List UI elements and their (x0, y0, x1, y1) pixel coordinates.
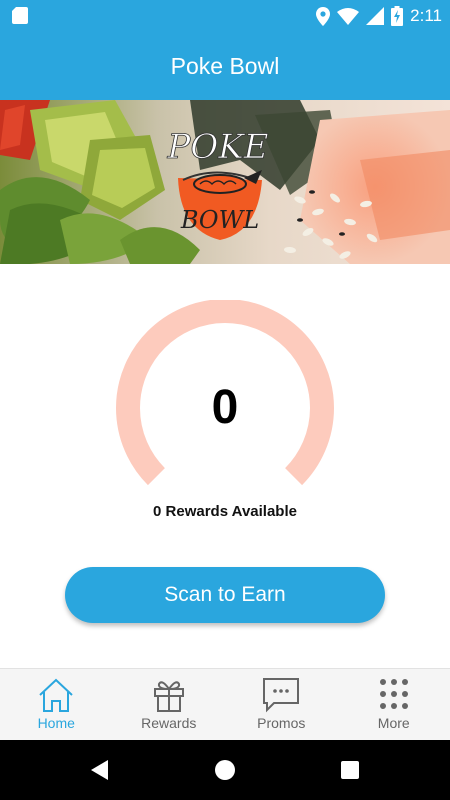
home-circle-icon (215, 760, 235, 780)
recents-square-icon (341, 761, 359, 779)
back-triangle-icon (91, 760, 108, 780)
tab-rewards[interactable]: Rewards (113, 669, 226, 740)
status-time: 2:11 (410, 6, 442, 25)
hero-banner: POKE BOWL (0, 100, 450, 264)
hero-image: POKE BOWL (0, 100, 450, 264)
tab-promos[interactable]: Promos (225, 669, 338, 740)
svg-text:POKE: POKE (167, 127, 269, 167)
tab-more-label: More (377, 715, 410, 731)
home-icon (39, 678, 73, 712)
bottom-tab-bar: Home Rewards Promos More (0, 668, 450, 740)
poke-bowl-logo: POKE BOWL (166, 127, 269, 240)
chat-icon (263, 678, 300, 713)
points-balance: 0 (211, 381, 239, 434)
tab-home[interactable]: Home (0, 669, 113, 740)
tab-home-label: Home (37, 715, 75, 731)
gift-icon (153, 681, 184, 712)
back-button[interactable] (70, 740, 130, 800)
tab-promos-label: Promos (257, 715, 306, 731)
grid-icon (379, 679, 408, 709)
app-bar: Poke Bowl (0, 32, 450, 100)
tab-rewards-label: Rewards (141, 715, 197, 731)
status-icons: 2:11 (316, 6, 442, 26)
system-nav-bar (0, 740, 450, 800)
tab-more[interactable]: More (338, 669, 450, 740)
sd-card-icon (12, 7, 28, 24)
status-bar: 2:11 (0, 0, 450, 32)
rewards-available-text: 0 Rewards Available (153, 503, 297, 520)
location-icon (316, 6, 331, 26)
scan-to-earn-button[interactable]: Scan to Earn (65, 567, 385, 623)
wifi-icon (337, 7, 360, 25)
svg-text:BOWL: BOWL (180, 206, 259, 234)
battery-charging-icon (391, 6, 404, 26)
recents-button[interactable] (320, 740, 380, 800)
signal-icon (366, 7, 385, 25)
home-button[interactable] (195, 740, 255, 800)
page-title: Poke Bowl (170, 52, 280, 79)
